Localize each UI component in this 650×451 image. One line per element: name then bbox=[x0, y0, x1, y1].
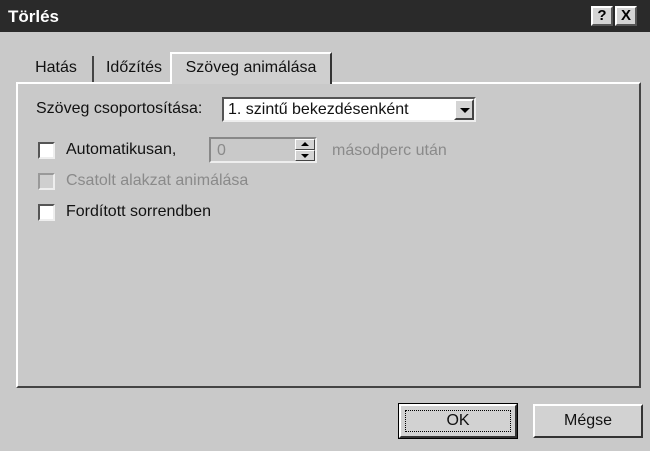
reverse-checkbox[interactable] bbox=[38, 204, 55, 221]
dialog-window: Törlés ? X Hatás Időzítés Szöveg animálá… bbox=[0, 0, 650, 451]
title-bar[interactable]: Törlés ? X bbox=[0, 0, 650, 32]
tab-label: Szöveg animálása bbox=[185, 59, 317, 76]
group-text-label: Szöveg csoportosítása: bbox=[36, 100, 203, 117]
spinner-buttons bbox=[295, 139, 315, 161]
tab-hatas[interactable]: Hatás bbox=[20, 56, 94, 82]
arrow-down-icon bbox=[301, 154, 309, 158]
delay-value: 0 bbox=[217, 142, 226, 159]
arrow-up-icon bbox=[301, 142, 309, 146]
help-button[interactable]: ? bbox=[591, 6, 613, 26]
focus-ring bbox=[405, 410, 511, 432]
attached-shape-checkbox[interactable] bbox=[38, 173, 55, 190]
group-text-value: 1. szintű bekezdésenként bbox=[228, 101, 409, 118]
attached-shape-label: Csatolt alakzat animálása bbox=[66, 172, 249, 189]
dialog-title: Törlés bbox=[8, 7, 60, 26]
auto-label: Automatikusan, bbox=[66, 141, 177, 158]
ok-button[interactable]: OK bbox=[398, 403, 518, 439]
cancel-label: Mégse bbox=[563, 412, 613, 429]
tab-idozites[interactable]: Időzítés bbox=[96, 56, 174, 82]
spin-up-button[interactable] bbox=[295, 139, 315, 150]
dropdown-button[interactable] bbox=[454, 99, 474, 120]
spin-down-button[interactable] bbox=[295, 150, 315, 161]
tab-szoveg-animalasa[interactable]: Szöveg animálása bbox=[170, 52, 332, 84]
chevron-down-icon bbox=[460, 108, 470, 113]
delay-spinner[interactable]: 0 bbox=[209, 137, 317, 163]
tab-label: Hatás bbox=[35, 59, 77, 76]
auto-checkbox[interactable] bbox=[38, 142, 55, 159]
tab-label: Időzítés bbox=[105, 59, 163, 76]
tab-panel bbox=[16, 82, 641, 388]
group-text-select[interactable]: 1. szintű bekezdésenként bbox=[222, 97, 476, 122]
cancel-button[interactable]: Mégse bbox=[533, 404, 643, 438]
reverse-label: Fordított sorrendben bbox=[66, 203, 211, 220]
delay-unit-label: másodperc után bbox=[332, 142, 447, 159]
close-button[interactable]: X bbox=[615, 6, 637, 26]
